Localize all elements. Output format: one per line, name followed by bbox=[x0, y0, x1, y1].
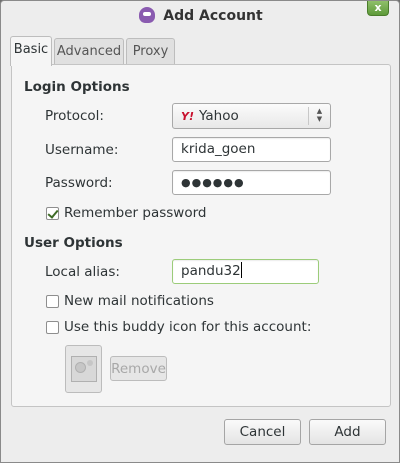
remove-button[interactable]: Remove bbox=[110, 356, 167, 381]
protocol-select[interactable]: Y! Yahoo ▲ ▼ bbox=[172, 103, 331, 129]
add-account-dialog: Add Account x Basic Advanced Proxy Login… bbox=[0, 0, 400, 463]
pidgin-icon bbox=[139, 7, 156, 23]
login-options-heading: Login Options bbox=[24, 79, 130, 95]
protocol-label: Protocol: bbox=[45, 108, 104, 124]
yahoo-icon: Y! bbox=[181, 110, 194, 123]
username-label: Username: bbox=[45, 142, 119, 158]
new-mail-checkbox[interactable] bbox=[46, 295, 59, 308]
password-label: Password: bbox=[45, 175, 113, 191]
cancel-button[interactable]: Cancel bbox=[224, 419, 301, 445]
close-button[interactable]: x bbox=[367, 1, 389, 16]
add-button[interactable]: Add bbox=[309, 419, 386, 445]
text-cursor bbox=[240, 262, 242, 278]
buddy-icon-button[interactable] bbox=[65, 345, 102, 393]
tab-basic[interactable]: Basic bbox=[10, 36, 52, 66]
local-alias-label: Local alias: bbox=[45, 264, 120, 280]
new-mail-label: New mail notifications bbox=[64, 293, 214, 309]
tab-advanced[interactable]: Advanced bbox=[54, 38, 124, 65]
image-placeholder-icon bbox=[70, 356, 97, 382]
buddy-icon-label: Use this buddy icon for this account: bbox=[64, 319, 312, 335]
remember-password-label: Remember password bbox=[64, 205, 207, 221]
buddy-icon-checkbox[interactable] bbox=[46, 321, 59, 334]
user-options-heading: User Options bbox=[24, 235, 123, 251]
remember-password-checkbox[interactable] bbox=[46, 207, 59, 220]
window-title: Add Account bbox=[1, 7, 400, 24]
password-input[interactable]: ●●●●●● bbox=[172, 170, 331, 195]
tab-proxy[interactable]: Proxy bbox=[126, 38, 175, 65]
username-input[interactable]: krida_goen bbox=[172, 137, 331, 162]
local-alias-input[interactable]: pandu32 bbox=[172, 259, 319, 284]
spinner-arrows-icon: ▲ ▼ bbox=[308, 107, 330, 125]
